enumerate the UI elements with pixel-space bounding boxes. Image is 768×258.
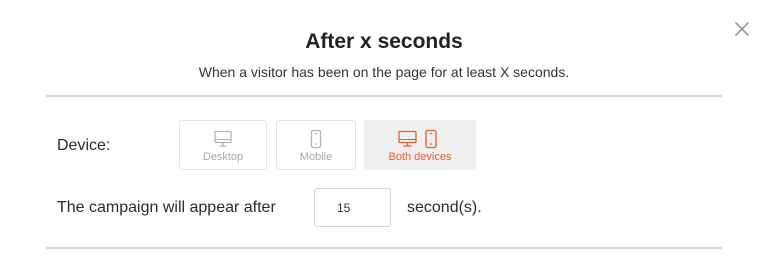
divider bbox=[46, 247, 722, 249]
appear-after-label: The campaign will appear after bbox=[57, 199, 276, 216]
seconds-suffix-label: second(s). bbox=[407, 199, 482, 216]
seconds-input[interactable] bbox=[314, 188, 391, 227]
device-option-label: Desktop bbox=[202, 151, 244, 163]
device-label: Device: bbox=[57, 137, 111, 154]
modal-title: After x seconds bbox=[305, 30, 463, 53]
divider bbox=[46, 95, 722, 97]
desktop-icon bbox=[214, 130, 232, 147]
device-option-both[interactable]: Both devices bbox=[364, 120, 476, 170]
campaign-trigger-modal: After x seconds When a visitor has been … bbox=[0, 0, 768, 258]
device-option-mobile[interactable]: Mobile bbox=[276, 120, 356, 170]
modal-subtitle: When a visitor has been on the page for … bbox=[198, 64, 570, 80]
mobile-icon bbox=[310, 129, 322, 149]
device-option-label: Both devices bbox=[388, 151, 452, 163]
device-option-desktop[interactable]: Desktop bbox=[179, 120, 267, 170]
device-option-label: Mobile bbox=[299, 151, 333, 163]
desktop-mobile-icon bbox=[398, 129, 437, 149]
